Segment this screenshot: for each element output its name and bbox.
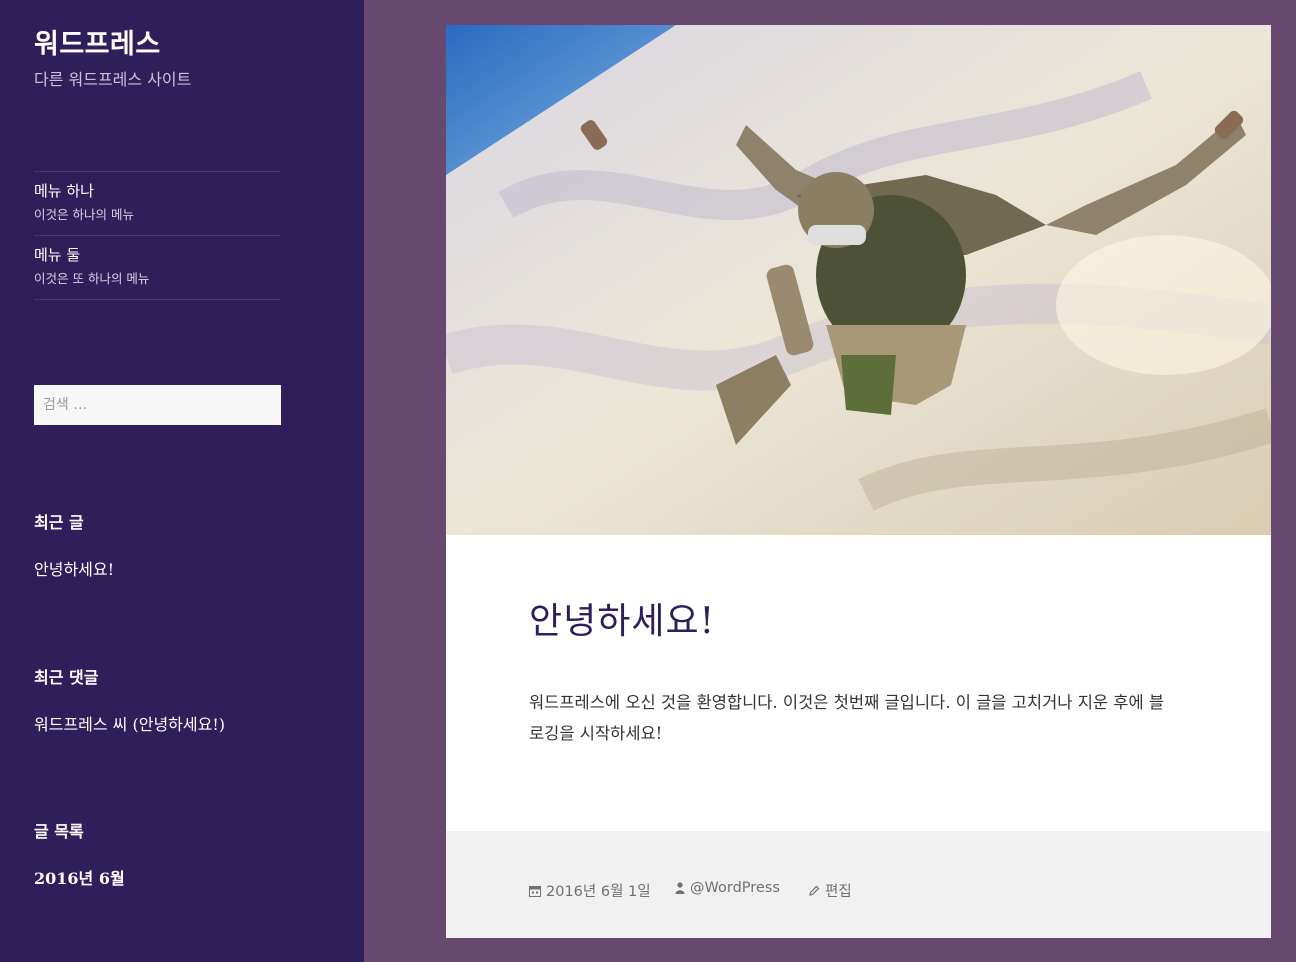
pencil-icon: [809, 885, 820, 896]
post-card: 안녕하세요! 워드프레스에 오신 것을 환영합니다. 이것은 첫번째 글입니다.…: [446, 25, 1271, 938]
menu-item-label: 메뉴 둘: [34, 246, 81, 264]
recent-comments-title: 최근 댓글: [34, 668, 99, 687]
edit-link[interactable]: 편집: [808, 880, 852, 901]
recent-posts-title: 최근 글: [34, 513, 84, 532]
post-date: 2016년 6월 1일: [546, 884, 651, 900]
menu-item-description: 이것은 또 하나의 메뉴: [34, 271, 150, 286]
menu-item-one[interactable]: 메뉴 하나 이것은 하나의 메뉴: [34, 172, 281, 236]
search-input[interactable]: [34, 385, 281, 425]
post-footer: 2016년 6월 1일 @WordPress 편집: [446, 831, 1271, 938]
post-author-link[interactable]: @WordPress: [675, 880, 780, 896]
main-menu: 메뉴 하나 이것은 하나의 메뉴 메뉴 둘 이것은 또 하나의 메뉴: [34, 171, 281, 300]
site-description: 다른 워드프레스 사이트: [34, 70, 192, 89]
edit-label: 편집: [825, 884, 852, 900]
menu-item-two[interactable]: 메뉴 둘 이것은 또 하나의 메뉴: [34, 236, 281, 300]
sidebar: 워드프레스 다른 워드프레스 사이트 메뉴 하나 이것은 하나의 메뉴 메뉴 둘…: [0, 0, 364, 962]
archive-link[interactable]: 2016년 6월: [34, 865, 125, 889]
menu-item-description: 이것은 하나의 메뉴: [34, 207, 134, 222]
archives-title: 글 목록: [34, 822, 84, 841]
post-date-link[interactable]: 2016년 6월 1일: [529, 880, 651, 901]
post-author: @WordPress: [690, 880, 780, 896]
site-title[interactable]: 워드프레스: [34, 22, 161, 61]
menu-item-label: 메뉴 하나: [34, 182, 94, 200]
user-icon: [675, 882, 685, 894]
calendar-icon: [529, 885, 541, 897]
recent-post-link[interactable]: 안녕하세요!: [34, 556, 114, 580]
post-title[interactable]: 안녕하세요!: [529, 592, 715, 644]
recent-comment-link[interactable]: 워드프레스 씨 (안녕하세요!): [34, 711, 225, 735]
featured-image[interactable]: [446, 25, 1271, 535]
post-content: 워드프레스에 오신 것을 환영합니다. 이것은 첫번째 글입니다. 이 글을 고…: [529, 693, 1165, 743]
